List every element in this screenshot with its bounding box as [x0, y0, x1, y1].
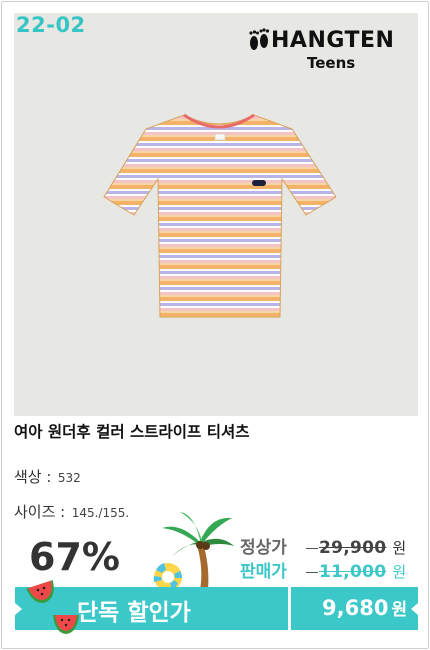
regular-price-currency: 원 [392, 539, 407, 557]
banner-notch-left [15, 603, 22, 615]
strike-dash [306, 571, 318, 573]
color-value: 532 [57, 471, 81, 485]
sale-price-label: 판매가 [240, 562, 287, 582]
sale-price-currency: 원 [392, 563, 407, 581]
exclusive-price-text: 9,680 원 [322, 595, 407, 620]
regular-price: 29,900 [319, 538, 387, 558]
size-value: 145./155. [71, 506, 130, 520]
exclusive-discount-label: 단독 할인가 [77, 600, 191, 626]
discount-rate: 67% [29, 535, 120, 579]
watermelon-icon [26, 580, 54, 603]
banner-notch-right [411, 603, 418, 615]
striped-tshirt-image [103, 113, 336, 318]
regular-price-label: 정상가 [240, 538, 287, 558]
strike-dash [306, 547, 318, 549]
footprint-logo-icon [249, 28, 270, 50]
sale-price: 11,000 [319, 562, 387, 582]
watermelon-icon [53, 615, 79, 634]
sale-price-row: 판매가 11,000 원 [240, 557, 406, 582]
product-photo[interactable]: 22-02 HANGTEN Teens [14, 13, 418, 416]
brand-logo: HANGTEN Teens [243, 22, 408, 77]
palm-tree-icon [153, 512, 234, 591]
exclusive-price: 9,680 [322, 596, 389, 620]
size-spec: 사이즈 : 145./155. [14, 501, 129, 522]
regular-price-row: 정상가 29,900 원 [240, 533, 406, 558]
exclusive-price-currency: 원 [391, 600, 408, 620]
color-spec: 색상 : 532 [14, 466, 81, 487]
color-label: 색상 : [14, 468, 52, 486]
product-code: 22-02 [16, 13, 86, 37]
brand-name: HANGTEN [271, 28, 395, 53]
product-card[interactable]: 22-02 HANGTEN Teens 여아 원더후 컬러 스트라이프 티셔츠 … [1, 1, 429, 649]
size-label: 사이즈 : [14, 503, 66, 521]
brand-sub: Teens [307, 54, 356, 72]
product-title[interactable]: 여아 원더후 컬러 스트라이프 티셔츠 [14, 420, 250, 442]
